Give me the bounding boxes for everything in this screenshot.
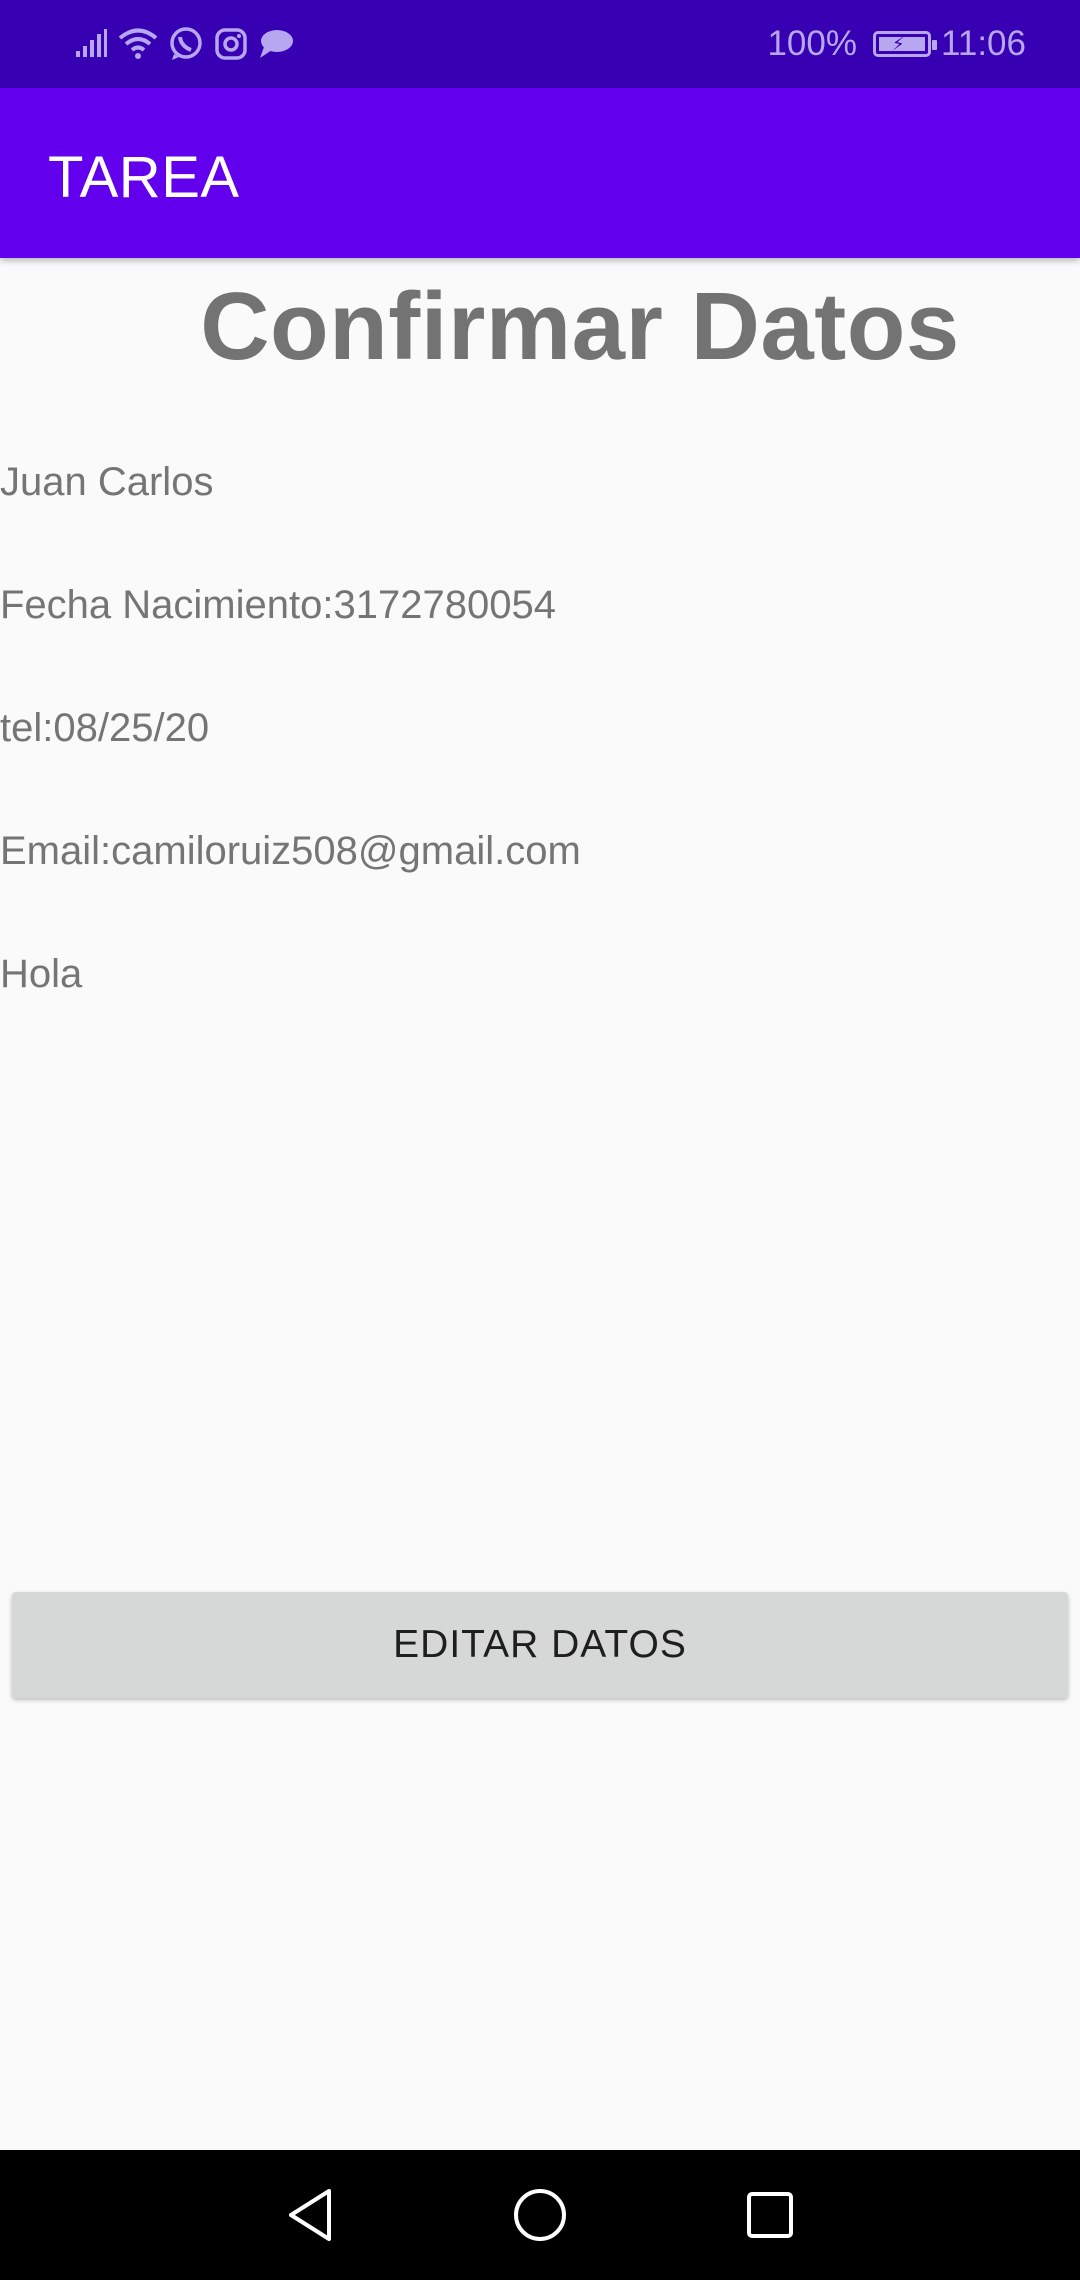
back-icon: [289, 2189, 331, 2241]
message-text: Hola: [0, 952, 83, 996]
signal-icon: [74, 29, 108, 59]
edit-data-button[interactable]: EDITAR DATOS: [12, 1592, 1068, 1698]
home-button[interactable]: [505, 2180, 575, 2250]
whatsapp-icon: [168, 26, 204, 62]
app-bar: TAREA: [0, 88, 1080, 258]
navigation-bar: [0, 2150, 1080, 2280]
clock: 11:06: [941, 24, 1026, 63]
back-button[interactable]: [275, 2180, 345, 2250]
name-text: Juan Carlos: [0, 460, 214, 504]
recents-button[interactable]: [735, 2180, 805, 2250]
status-icons: [74, 24, 294, 64]
recents-icon: [747, 2192, 793, 2238]
app-title: TAREA: [48, 145, 240, 210]
instagram-icon: [214, 27, 248, 61]
battery-percent: 100%: [767, 24, 857, 63]
page-title: Confirmar Datos: [200, 273, 960, 380]
email-text: Email:camiloruiz508@gmail.com: [0, 829, 581, 873]
phone-text: tel:08/25/20: [0, 706, 210, 750]
status-bar: 100% ⚡ 11:06: [0, 0, 1080, 88]
home-icon: [514, 2189, 566, 2241]
wifi-icon: [118, 27, 158, 61]
message-icon: [258, 28, 294, 60]
status-right: 100% ⚡ 11:06: [767, 18, 1026, 70]
battery-icon: ⚡: [873, 31, 937, 57]
birth-date-text: Fecha Nacimiento:3172780054: [0, 583, 556, 627]
